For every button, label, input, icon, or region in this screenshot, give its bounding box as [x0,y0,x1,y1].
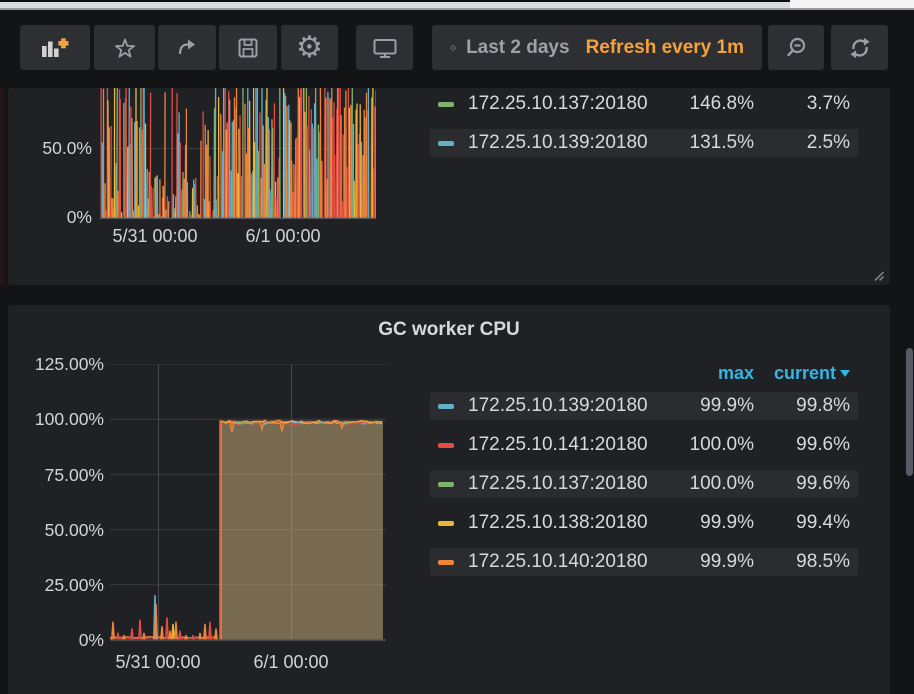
legend-table: 172.25.10.137:20180146.8%3.7%172.25.10.1… [430,90,858,168]
y-tick-label: 0% [8,207,92,227]
series-color-swatch[interactable] [438,482,454,487]
sort-desc-icon [840,370,850,377]
zoom-out-time-button[interactable] [768,25,824,70]
mark-favorite-button[interactable] [94,25,155,70]
x-tick-label: 6/1 00:00 [218,226,348,246]
star-icon [113,36,137,60]
legend-current-value: 99.4% [796,512,850,534]
legend-max-value: 99.9% [700,395,754,417]
legend-table: 172.25.10.139:2018099.9%99.8%172.25.10.1… [430,392,858,587]
cpu-panel-partial: 50.0% 0% 5/31 00:00 6/1 00:00 172.25.10.… [8,88,890,285]
legend-sort-current-label: current [774,363,836,384]
panel-title[interactable]: GC worker CPU [8,319,890,341]
add-panel-icon [41,36,69,60]
series-color-swatch[interactable] [438,404,454,409]
legend-row[interactable]: 172.25.10.137:20180 146.8% 3.7% [430,90,858,118]
gc-worker-cpu-panel: GC worker CPU 125.00% 100.00% 75.00% 50.… [8,305,890,694]
clock-icon [450,36,456,60]
refresh-icon [848,36,872,60]
legend-current-value: 99.8% [796,395,850,417]
legend-row[interactable]: 172.25.10.138:20180 99.9% 99.4% [430,509,858,537]
series-color-swatch[interactable] [438,521,454,526]
legend-series-name[interactable]: 172.25.10.137:20180 [468,473,648,495]
legend-max-value: 131.5% [690,132,754,154]
browser-chrome-strip-right [790,0,914,10]
legend-current-value: 2.5% [807,132,850,154]
cpu-chart[interactable] [100,88,376,219]
legend-series-name[interactable]: 172.25.10.139:20180 [468,395,648,417]
share-icon [175,36,199,60]
legend-current-value: 99.6% [796,434,850,456]
series-color-swatch[interactable] [438,443,454,448]
legend-max-value: 100.0% [690,473,754,495]
legend-header: max current [430,363,858,385]
panel-resize-handle[interactable] [873,270,884,281]
series-color-swatch[interactable] [438,560,454,565]
adjacent-panel-edge [0,88,7,285]
y-tick-label: 50.0% [8,138,92,158]
y-tick-label: 125.00% [8,354,104,374]
legend-row[interactable]: 172.25.10.141:20180 100.0% 99.6% [430,431,858,459]
legend-series-name[interactable]: 172.25.10.141:20180 [468,434,648,456]
legend-series-name[interactable]: 172.25.10.138:20180 [468,512,648,534]
x-tick-label: 5/31 00:00 [90,226,220,246]
zoom-out-icon [784,36,808,60]
dashboard-toolbar: ⚙ Last 2 days Refresh every 1m [0,10,914,80]
legend-series-name[interactable]: 172.25.10.140:20180 [468,551,648,573]
legend-row[interactable]: 172.25.10.139:20180 99.9% 99.8% [430,392,858,420]
add-panel-button[interactable] [20,25,90,70]
legend-current-value: 99.6% [796,473,850,495]
dashboard-settings-button[interactable]: ⚙ [281,25,338,70]
series-color-swatch[interactable] [438,141,454,146]
grafana-dashboard: ⚙ Last 2 days Refresh every 1m [0,0,914,694]
settings-gear-icon: ⚙ [296,33,323,63]
legend-series-name[interactable]: 172.25.10.137:20180 [468,93,648,115]
legend-series-name[interactable]: 172.25.10.139:20180 [468,132,648,154]
series-color-swatch[interactable] [438,102,454,107]
save-dashboard-button[interactable] [219,25,277,70]
scrollbar-thumb[interactable] [906,348,913,476]
cycle-view-mode-button[interactable] [356,25,413,70]
y-tick-label: 50.00% [8,520,104,540]
y-tick-label: 100.00% [8,409,104,429]
y-tick-label: 0% [8,630,104,650]
y-tick-label: 25.00% [8,575,104,595]
legend-current-value: 98.5% [796,551,850,573]
share-dashboard-button[interactable] [158,25,216,70]
legend-row[interactable]: 172.25.10.137:20180 100.0% 99.6% [430,470,858,498]
y-tick-label: 75.00% [8,465,104,485]
refresh-dashboard-button[interactable] [831,25,888,70]
x-tick-label: 5/31 00:00 [93,652,223,672]
gc-worker-cpu-chart[interactable] [110,364,386,641]
browser-chrome-strip-left [0,2,790,10]
legend-row[interactable]: 172.25.10.139:20180 131.5% 2.5% [430,129,858,157]
refresh-interval-label: Refresh every 1m [586,37,744,59]
time-range-picker-button[interactable]: Last 2 days Refresh every 1m [432,25,762,70]
legend-max-value: 99.9% [700,512,754,534]
legend-max-value: 146.8% [690,93,754,115]
legend-current-value: 3.7% [807,93,850,115]
time-range-label: Last 2 days [466,37,570,59]
legend-max-value: 99.9% [700,551,754,573]
save-icon [236,36,260,60]
legend-sort-current[interactable]: current [774,363,850,384]
tv-cycle-view-icon [372,36,398,60]
browser-chrome-strip [0,0,914,10]
legend-max-value: 100.0% [690,434,754,456]
legend-row[interactable]: 172.25.10.140:20180 99.9% 98.5% [430,548,858,576]
legend-sort-max[interactable]: max [718,363,754,384]
x-tick-label: 6/1 00:00 [226,652,356,672]
